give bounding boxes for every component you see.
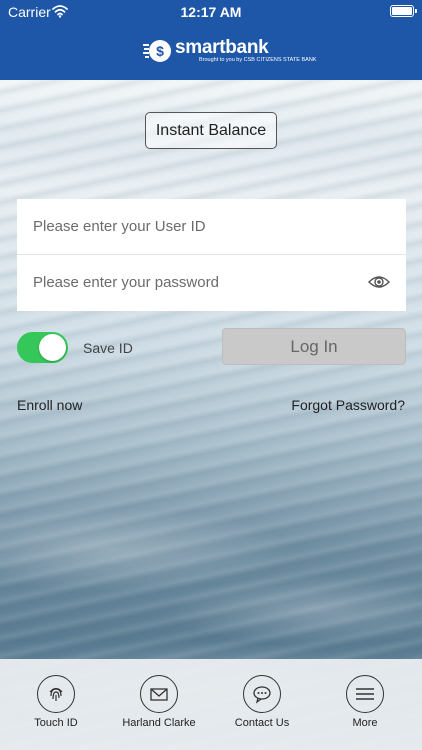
enroll-now-link[interactable]: Enroll now bbox=[17, 397, 82, 413]
dollar-coin-icon: $ bbox=[143, 40, 171, 62]
logo-tagline: Brought to you by CSB CITIZENS STATE BAN… bbox=[199, 57, 317, 63]
password-field[interactable]: Please enter your password bbox=[17, 255, 406, 311]
user-id-placeholder: Please enter your User ID bbox=[33, 218, 206, 235]
tab-more[interactable]: More bbox=[325, 675, 405, 735]
svg-text:$: $ bbox=[156, 43, 164, 59]
tab-label: Touch ID bbox=[34, 717, 78, 729]
tab-touch-id[interactable]: Touch ID bbox=[16, 675, 96, 735]
save-id-label: Save ID bbox=[83, 340, 133, 356]
tab-label: More bbox=[352, 717, 378, 729]
hamburger-menu-icon bbox=[346, 675, 384, 713]
chat-bubble-icon bbox=[243, 675, 281, 713]
clock: 12:17 AM bbox=[180, 4, 242, 20]
envelope-icon bbox=[140, 675, 178, 713]
logo-wordmark: smartbank bbox=[175, 37, 269, 58]
ocean-background bbox=[0, 80, 422, 750]
status-bar: Carrier 12:17 AM bbox=[0, 0, 422, 24]
tab-harland-clarke[interactable]: Harland Clarke bbox=[119, 675, 199, 735]
app-header: Carrier 12:17 AM $ smartbank Brought to … bbox=[0, 0, 422, 80]
bottom-tab-bar: Touch ID Harland Clarke Contact Us More bbox=[0, 659, 422, 750]
instant-balance-button[interactable]: Instant Balance bbox=[145, 112, 277, 149]
battery-icon bbox=[390, 5, 417, 17]
forgot-password-link[interactable]: Forgot Password? bbox=[291, 397, 405, 413]
save-id-toggle[interactable] bbox=[17, 332, 68, 363]
login-button[interactable]: Log In bbox=[222, 328, 406, 365]
password-placeholder: Please enter your password bbox=[33, 274, 219, 291]
toggle-knob bbox=[39, 334, 66, 361]
tab-label: Harland Clarke bbox=[122, 717, 196, 729]
user-id-field[interactable]: Please enter your User ID bbox=[17, 199, 406, 255]
eye-icon[interactable] bbox=[368, 273, 390, 291]
login-form: Please enter your User ID Please enter y… bbox=[17, 199, 406, 311]
smartbank-logo: $ smartbank Brought to you by CSB CITIZE… bbox=[143, 36, 316, 66]
tab-label: Contact Us bbox=[234, 717, 290, 729]
fingerprint-icon bbox=[37, 675, 75, 713]
tab-contact-us[interactable]: Contact Us bbox=[222, 675, 302, 735]
